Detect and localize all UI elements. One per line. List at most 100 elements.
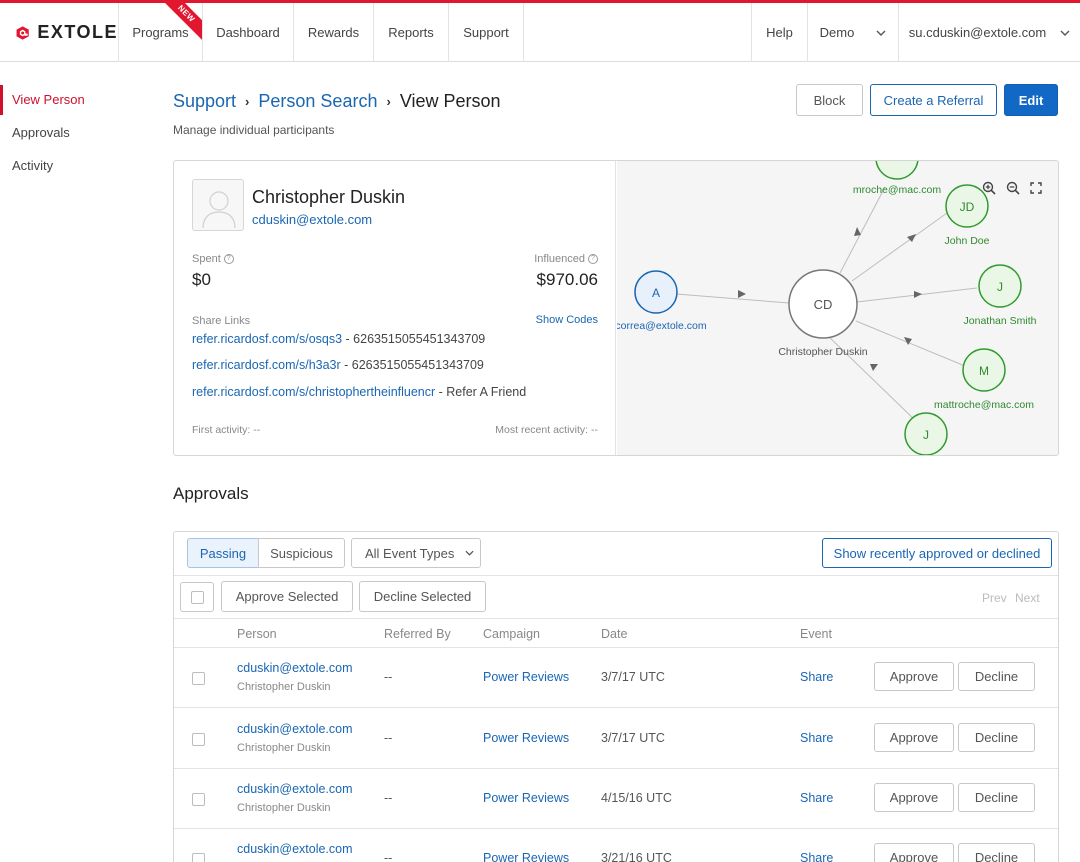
graph-node-center[interactable]: CD Christopher Duskin: [778, 269, 868, 358]
help-icon[interactable]: ?: [223, 254, 234, 264]
select-all-wrapper[interactable]: [180, 582, 214, 612]
graph-node-label: correa@extole.com: [617, 320, 707, 332]
share-link[interactable]: refer.ricardosf.com/s/christophertheinfl…: [192, 385, 435, 399]
tab-passing[interactable]: Passing: [187, 538, 259, 568]
sidebar-item-approvals[interactable]: Approvals: [0, 118, 150, 148]
nav-rewards[interactable]: Rewards: [294, 3, 374, 62]
prev-page-button[interactable]: Prev: [982, 591, 1007, 605]
person-email[interactable]: cduskin@extole.com: [252, 212, 372, 227]
nav-support[interactable]: Support: [449, 3, 524, 62]
row-checkbox[interactable]: [192, 793, 205, 806]
nav-help[interactable]: Help: [751, 3, 808, 62]
row-campaign[interactable]: Power Reviews: [483, 731, 569, 745]
breadcrumb-person-search[interactable]: Person Search: [258, 91, 377, 112]
row-checkbox[interactable]: [192, 853, 205, 862]
divider: [174, 647, 1058, 648]
zoom-in-icon[interactable]: [982, 181, 996, 195]
decline-selected-button[interactable]: Decline Selected: [359, 581, 486, 612]
fullscreen-icon[interactable]: [1029, 181, 1043, 195]
first-activity: First activity: --: [192, 424, 261, 436]
decline-button[interactable]: Decline: [958, 783, 1035, 812]
row-person-name: Christopher Duskin: [237, 742, 331, 754]
extole-logo[interactable]: EXTOLE: [0, 3, 119, 62]
decline-button[interactable]: Decline: [958, 662, 1035, 691]
row-event[interactable]: Share: [800, 731, 833, 745]
row-campaign[interactable]: Power Reviews: [483, 791, 569, 805]
share-link-code: - 6263515055451343709: [340, 358, 484, 372]
row-person-email[interactable]: cduskin@extole.com: [237, 661, 353, 675]
referral-graph-canvas: A correa@extole.com mroche@mac.com JD Jo…: [617, 161, 1037, 455]
edit-button[interactable]: Edit: [1004, 84, 1058, 116]
approve-button[interactable]: Approve: [874, 783, 954, 812]
graph-node-initials: JD: [960, 200, 975, 214]
divider: [174, 575, 1058, 576]
decline-button[interactable]: Decline: [958, 843, 1035, 862]
row-event[interactable]: Share: [800, 791, 833, 805]
nav-demo-dropdown[interactable]: Demo: [808, 3, 899, 62]
zoom-out-icon[interactable]: [1006, 181, 1020, 195]
event-type-select[interactable]: All Event Types: [351, 538, 481, 568]
nav-support-label: Support: [463, 25, 509, 40]
graph-node-label: mattroche@mac.com: [934, 399, 1034, 411]
row-event[interactable]: Share: [800, 670, 833, 684]
graph-node-label: mroche@mac.com: [853, 184, 942, 196]
help-icon[interactable]: ?: [588, 254, 598, 264]
approve-button[interactable]: Approve: [874, 723, 954, 752]
graph-node-referred[interactable]: M mattroche@mac.com: [934, 348, 1034, 411]
create-referral-button[interactable]: Create a Referral: [870, 84, 997, 116]
logo-text: EXTOLE: [37, 22, 118, 42]
approve-button[interactable]: Approve: [874, 662, 954, 691]
nav-programs[interactable]: Programs NEW: [119, 3, 203, 62]
share-link[interactable]: refer.ricardosf.com/s/h3a3r: [192, 358, 341, 372]
graph-node-referred[interactable]: mroche@mac.com: [853, 161, 942, 196]
nav-dashboard[interactable]: Dashboard: [203, 3, 294, 62]
row-checkbox[interactable]: [192, 733, 205, 746]
nav-help-label: Help: [766, 25, 793, 40]
row-date: 3/21/16 UTC: [601, 851, 672, 862]
row-person-email[interactable]: cduskin@extole.com: [237, 842, 353, 856]
nav-reports[interactable]: Reports: [374, 3, 449, 62]
select-all-checkbox[interactable]: [190, 590, 204, 604]
sidebar-item-view-person[interactable]: View Person: [0, 85, 150, 115]
row-event[interactable]: Share: [800, 851, 833, 862]
share-link-row: refer.ricardosf.com/s/osqs3 - 6263515055…: [192, 332, 485, 346]
row-date: 4/15/16 UTC: [601, 791, 672, 805]
extole-logo-icon: [16, 25, 29, 40]
person-details: Christopher Duskin cduskin@extole.com Sp…: [174, 161, 616, 455]
graph-center-label: Christopher Duskin: [778, 346, 867, 358]
graph-node-referred[interactable]: J Jonathan Smith: [964, 264, 1037, 327]
row-person-email[interactable]: cduskin@extole.com: [237, 722, 353, 736]
graph-node-initials: M: [979, 364, 989, 378]
show-recent-button[interactable]: Show recently approved or declined: [822, 538, 1052, 568]
nav-demo-label: Demo: [819, 25, 855, 40]
show-codes-link[interactable]: Show Codes: [536, 314, 598, 326]
row-person-name: Christopher Duskin: [237, 802, 331, 814]
share-link[interactable]: refer.ricardosf.com/s/osqs3: [192, 332, 342, 346]
chevron-down-icon: [876, 30, 886, 36]
row-checkbox[interactable]: [192, 672, 205, 685]
event-type-selected: All Event Types: [365, 545, 455, 561]
top-nav: EXTOLE Programs NEW Dashboard Rewards Re…: [0, 3, 1080, 62]
page-subtitle: Manage individual participants: [173, 123, 335, 137]
nav-user-dropdown[interactable]: su.cduskin@extole.com: [899, 3, 1080, 62]
row-person-email[interactable]: cduskin@extole.com: [237, 782, 353, 796]
graph-node-referrer[interactable]: A correa@extole.com: [617, 270, 707, 332]
breadcrumb-separator-icon: ›: [245, 93, 250, 109]
row-campaign[interactable]: Power Reviews: [483, 670, 569, 684]
approve-button[interactable]: Approve: [874, 843, 954, 862]
breadcrumb-support[interactable]: Support: [173, 91, 236, 112]
most-recent-activity: Most recent activity: --: [495, 424, 598, 436]
tab-suspicious[interactable]: Suspicious: [258, 538, 345, 568]
divider: [174, 768, 1058, 769]
graph-node-label: John Doe: [945, 235, 990, 247]
breadcrumb: Support › Person Search › View Person: [173, 88, 501, 114]
row-campaign[interactable]: Power Reviews: [483, 851, 569, 862]
approve-selected-button[interactable]: Approve Selected: [221, 581, 353, 612]
graph-node-referred[interactable]: J: [904, 412, 948, 455]
referral-graph[interactable]: A correa@extole.com mroche@mac.com JD Jo…: [617, 161, 1058, 455]
block-button[interactable]: Block: [796, 84, 863, 116]
sidebar-item-activity[interactable]: Activity: [0, 151, 150, 181]
next-page-button[interactable]: Next: [1015, 591, 1040, 605]
row-referred-by: --: [384, 791, 393, 805]
decline-button[interactable]: Decline: [958, 723, 1035, 752]
